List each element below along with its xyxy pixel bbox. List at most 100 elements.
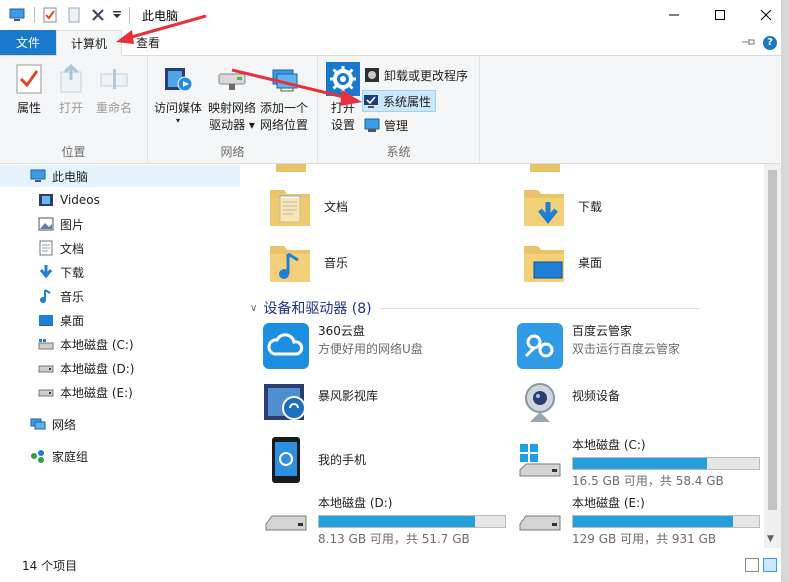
documents-folder-icon [268, 184, 312, 228]
open-button[interactable]: 打开 [54, 62, 88, 117]
scrollbar-thumb[interactable] [768, 170, 777, 510]
rename-button[interactable]: 重命名 [96, 62, 132, 117]
system-drive-icon [38, 336, 54, 352]
add-network-location-button[interactable]: 添加一个 网络位置 [260, 62, 308, 134]
nav-item-drive-d[interactable]: 本地磁盘 (D:) [0, 357, 240, 379]
window-edge [781, 0, 789, 582]
status-bar: 14 个项目 [0, 548, 789, 582]
window-title: 此电脑 [142, 8, 179, 23]
network-location-icon [267, 62, 301, 96]
folder-downloads[interactable]: 下载 [522, 184, 602, 228]
ribbon-tabs: 文件 计算机 查看 ? [0, 30, 789, 56]
folder-desktop[interactable]: 桌面 [522, 240, 602, 284]
nav-item-network[interactable]: 网络 [0, 413, 240, 435]
drive-icon [516, 494, 564, 542]
properties-check-icon[interactable] [39, 4, 61, 26]
system-drive-icon [516, 436, 564, 484]
folder-documents[interactable]: 文档 [268, 184, 348, 228]
nav-item-drive-c[interactable]: 本地磁盘 (C:) [0, 333, 240, 355]
minimize-button[interactable] [651, 0, 697, 30]
drive-c-usage-bar [572, 457, 760, 470]
webcam-icon [516, 378, 564, 426]
tiles-view-button[interactable] [763, 558, 777, 572]
devices-section-header[interactable]: ∨ 设备和驱动器 (8) [250, 298, 700, 318]
nav-item-homegroup[interactable]: 家庭组 [0, 445, 240, 467]
baidu-cloud-icon [516, 322, 564, 370]
nav-item-desktop[interactable]: 桌面 [0, 309, 240, 331]
scroll-down-icon[interactable]: ▼ [767, 534, 774, 544]
view-toggles [745, 558, 777, 572]
group-label-location: 位置 [61, 145, 86, 159]
drive-e-usage-bar [572, 515, 760, 528]
uninstall-programs-button[interactable]: 卸载或更改程序 [364, 64, 472, 86]
cloud-drive-icon [262, 322, 310, 370]
toolbar-divider [129, 7, 130, 23]
device-drive-d[interactable]: 本地磁盘 (D:) 8.13 GB 可用，共 51.7 GB [262, 494, 506, 548]
toolbar-divider [34, 7, 35, 23]
maximize-button[interactable] [697, 0, 743, 30]
properties-button[interactable]: 属性 [12, 62, 46, 117]
nav-item-downloads[interactable]: 下载 [0, 261, 240, 283]
uninstall-icon [364, 67, 380, 83]
drive-icon [38, 384, 54, 400]
customize-dropdown-icon[interactable] [111, 4, 123, 26]
device-baidu-cloud[interactable]: 百度云管家 双击运行百度云管家 [516, 322, 680, 370]
delete-x-icon[interactable] [87, 4, 109, 26]
music-note-icon [38, 288, 54, 304]
network-icon [30, 416, 46, 432]
music-folder-icon [268, 240, 312, 284]
downloads-folder-icon [522, 184, 566, 228]
chevron-down-icon: ∨ [250, 302, 258, 314]
item-count: 14 个项目 [22, 558, 78, 573]
nav-item-documents[interactable]: 文档 [0, 237, 240, 259]
phone-icon [262, 436, 310, 484]
system-properties-button[interactable]: 系统属性 [362, 90, 437, 112]
title-bar: 此电脑 [0, 0, 789, 30]
desktop-icon [38, 312, 54, 328]
properties-icon [12, 62, 46, 96]
folder-music[interactable]: 音乐 [268, 240, 348, 284]
ribbon-group-location: 属性 打开 重命名 位置 [0, 56, 148, 163]
content-scrollbar[interactable]: ▼ [764, 164, 781, 548]
device-drive-c[interactable]: 本地磁盘 (C:) 16.5 GB 可用，共 58.4 GB [516, 436, 760, 490]
device-drive-e[interactable]: 本地磁盘 (E:) 129 GB 可用，共 931 GB [516, 494, 760, 548]
details-view-button[interactable] [745, 558, 759, 572]
device-baofeng-library[interactable]: 暴风影视库 [262, 378, 378, 426]
computer-icon[interactable] [6, 4, 28, 26]
window-controls [651, 0, 789, 30]
new-folder-icon[interactable] [63, 4, 85, 26]
manage-icon [364, 117, 380, 133]
homegroup-icon [30, 448, 46, 464]
nav-item-videos[interactable]: Videos [0, 189, 240, 211]
nav-item-this-pc[interactable]: 此电脑 [0, 165, 240, 187]
drive-icon [38, 360, 54, 376]
settings-gear-icon [326, 62, 360, 96]
folder-partial-icon [276, 164, 306, 172]
group-label-system: 系统 [386, 145, 411, 159]
section-divider [379, 307, 700, 309]
download-arrow-icon [38, 264, 54, 280]
drive-d-usage-bar [318, 515, 506, 528]
help-icon[interactable]: ? [763, 35, 777, 50]
network-drive-icon [215, 62, 249, 96]
nav-item-music[interactable]: 音乐 [0, 285, 240, 307]
tab-computer[interactable]: 计算机 [56, 30, 123, 56]
access-media-button[interactable]: 访问媒体 ▾ [154, 62, 202, 125]
device-360-cloud[interactable]: 360云盘 方便好用的网络U盘 [262, 322, 423, 370]
tab-file[interactable]: 文件 [0, 30, 57, 55]
system-properties-icon [363, 93, 379, 109]
group-label-network: 网络 [220, 145, 245, 159]
open-settings-button[interactable]: 打开 设置 [326, 62, 360, 134]
device-my-phone[interactable]: 我的手机 [262, 436, 366, 484]
manage-button[interactable]: 管理 [364, 114, 412, 136]
nav-item-pictures[interactable]: 图片 [0, 213, 240, 235]
map-network-drive-button[interactable]: 映射网络 驱动器 ▾ [208, 62, 256, 134]
pictures-icon [38, 216, 54, 232]
drive-c-usage-fill [573, 458, 707, 469]
device-video-camera[interactable]: 视频设备 [516, 378, 620, 426]
content-pane: 文档 下载 音乐 桌面 ∨ 设备和驱动器 (8) 360云盘 方便好用的网络U盘 [240, 164, 764, 548]
tab-view[interactable]: 查看 [122, 30, 174, 55]
nav-item-drive-e[interactable]: 本地磁盘 (E:) [0, 381, 240, 403]
pin-ribbon-icon[interactable] [741, 36, 755, 50]
drive-icon [262, 494, 310, 542]
